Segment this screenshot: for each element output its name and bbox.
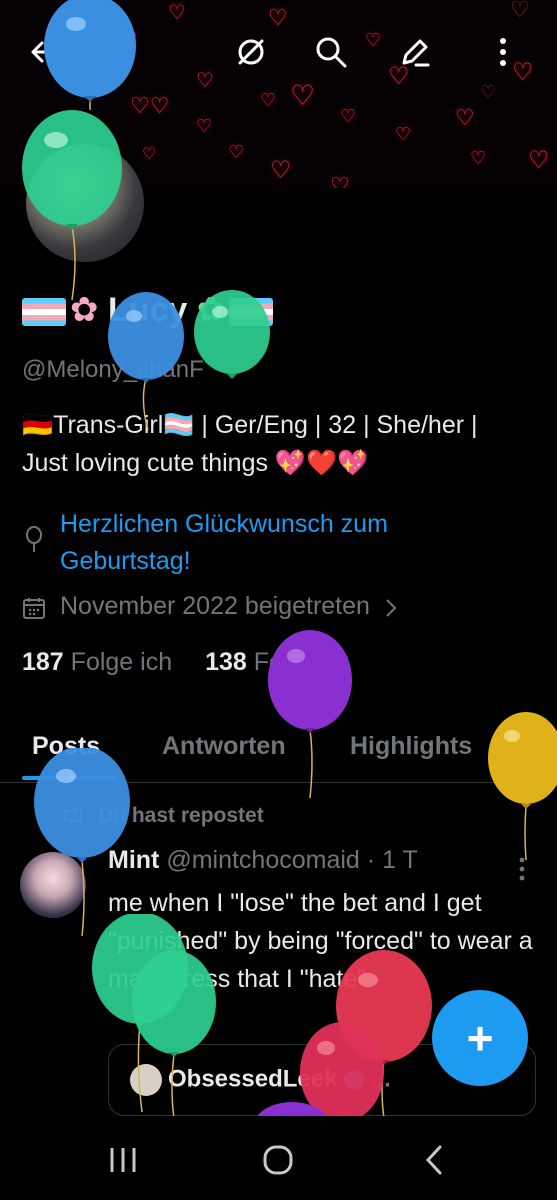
following-stat[interactable]: 187 Folge ich <box>22 648 172 676</box>
bio-line: 🇩🇪Trans-Girl🏳️‍⚧️ | Ger/Eng | 32 | She/h… <box>22 411 478 439</box>
balloon-green <box>194 290 270 379</box>
heart-icon: ♡ <box>528 146 550 174</box>
calendar-icon <box>23 598 45 619</box>
search-button[interactable] <box>308 26 354 78</box>
balloon-purple <box>268 630 352 799</box>
balloon-blue <box>34 748 130 937</box>
balloon-blue <box>44 0 136 110</box>
system-nav-bar <box>0 1116 557 1200</box>
heart-icon: ♡ <box>168 0 186 24</box>
heart-icon: ♡ <box>330 174 350 189</box>
search-icon <box>316 37 347 68</box>
post-header: Mint @mintchocomaid · 1 T <box>108 846 418 875</box>
balloon-blue <box>108 292 184 431</box>
heart-icon: ♡ <box>228 142 245 163</box>
post-time: · 1 T <box>366 846 418 874</box>
edit-pencil-icon <box>402 39 430 67</box>
heart-icon: ♡ <box>290 79 316 112</box>
heart-icon: ♡ <box>470 148 487 169</box>
balloon-green <box>22 110 122 301</box>
more-button[interactable] <box>480 26 526 78</box>
followers-count: 138 <box>205 648 247 676</box>
heart-icon: ♡ <box>260 90 277 111</box>
heart-icon: ♡ <box>340 106 357 127</box>
tab-highlights[interactable]: Highlights <box>350 732 472 761</box>
chevron-right-icon <box>386 599 397 617</box>
heart-icon: ♡ <box>480 82 497 103</box>
slashed-circle-icon <box>238 39 264 65</box>
following-count: 187 <box>22 648 64 676</box>
joined-text: November 2022 beigetreten <box>60 592 370 620</box>
birthday-row[interactable]: Herzlichen Glückwunsch zum Geburtstag! <box>22 506 388 580</box>
birthday-text: Herzlichen Glückwunsch zum <box>60 510 388 538</box>
more-vertical-icon <box>500 38 506 66</box>
heart-icon: ♡ <box>510 0 530 23</box>
profile-bio: 🇩🇪Trans-Girl🏳️‍⚧️ | Ger/Eng | 32 | She/h… <box>22 406 542 482</box>
joined-row[interactable]: November 2022 beigetreten <box>22 592 398 621</box>
compose-button[interactable] <box>392 26 438 78</box>
compose-fab-button[interactable]: + <box>432 990 528 1086</box>
recent-apps-icon[interactable] <box>108 1146 138 1174</box>
heart-icon: ♡ <box>270 156 292 184</box>
balloon-yellow <box>488 712 557 861</box>
plus-icon: + <box>466 1012 494 1064</box>
grok-button[interactable] <box>228 26 274 78</box>
home-icon[interactable] <box>262 1144 294 1176</box>
following-label: Folge ich <box>70 648 173 676</box>
heart-icon: ♡ <box>455 106 475 131</box>
post-author-handle[interactable]: @mintchocomaid <box>166 846 360 874</box>
bio-line: Just loving cute things 💖❤️💖 <box>22 449 369 477</box>
balloon-icon <box>26 526 42 552</box>
birthday-text: Geburtstag! <box>60 547 191 575</box>
back-nav-icon[interactable] <box>424 1144 444 1176</box>
balloon-green <box>132 950 216 1119</box>
heart-icon: ♡ <box>142 144 157 163</box>
heart-icon: ♡ <box>196 116 213 137</box>
heart-icon: ♡ <box>395 124 412 145</box>
